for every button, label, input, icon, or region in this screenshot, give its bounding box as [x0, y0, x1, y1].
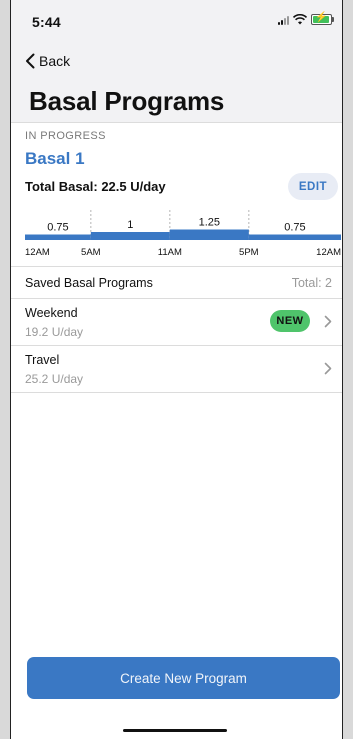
basal-segment-bar [25, 234, 91, 240]
chevron-right-icon [324, 315, 332, 328]
divider [11, 122, 342, 123]
basal-segment-bar [169, 229, 249, 240]
time-tick-label: 12AM [316, 247, 341, 258]
status-icons: ⚡ [278, 12, 334, 25]
new-badge: NEW [270, 310, 310, 332]
basal-rate-label: 1.25 [199, 217, 220, 229]
phone-screen: 5:44 ⚡ Back Basal Programs IN PROGRESS B… [10, 0, 343, 739]
saved-programs-total: Total: 2 [291, 276, 332, 290]
total-basal: Total Basal: 22.5 U/day [25, 179, 166, 194]
home-indicator[interactable] [123, 729, 227, 732]
time-tick-label: 12AM [25, 247, 50, 258]
status-time: 5:44 [32, 14, 61, 30]
back-button[interactable]: Back [25, 53, 70, 69]
basal-rate-graph: 0.75 1 1.25 0.75 12AM 5AM 11AM 5PM 12AM [25, 210, 341, 258]
signal-icon [278, 14, 289, 25]
divider [11, 392, 342, 393]
time-tick-label: 5PM [239, 247, 259, 258]
create-new-program-button[interactable]: Create New Program [27, 657, 340, 699]
basal-segment-bar [90, 232, 170, 240]
chevron-right-icon [324, 362, 332, 375]
saved-programs-title: Saved Basal Programs [25, 276, 153, 290]
basal-rate-label: 0.75 [284, 222, 305, 234]
basal-rate-label: 0.75 [47, 222, 68, 234]
saved-program-row-travel[interactable]: Travel 25.2 U/day [11, 346, 342, 392]
program-name: Weekend [25, 306, 78, 320]
time-tick-label: 11AM [158, 247, 182, 258]
program-name: Travel [25, 353, 60, 367]
edit-button[interactable]: EDIT [288, 173, 338, 200]
status-bar: 5:44 ⚡ [11, 0, 342, 48]
basal-segment-bar [248, 234, 341, 240]
chevron-left-icon [26, 53, 35, 69]
active-program-name[interactable]: Basal 1 [25, 149, 85, 169]
in-progress-label: IN PROGRESS [25, 130, 106, 142]
nav-bar: Back Basal Programs [11, 48, 342, 122]
saved-program-row-weekend[interactable]: Weekend 19.2 U/day NEW [11, 299, 342, 345]
wifi-icon [293, 14, 307, 25]
divider [11, 266, 342, 267]
battery-icon: ⚡ [311, 12, 334, 25]
back-label: Back [39, 53, 71, 69]
program-rate: 25.2 U/day [25, 372, 84, 386]
basal-rate-label: 1 [127, 219, 133, 231]
page-title: Basal Programs [29, 86, 225, 116]
program-rate: 19.2 U/day [25, 325, 84, 339]
time-tick-label: 5AM [81, 247, 101, 258]
